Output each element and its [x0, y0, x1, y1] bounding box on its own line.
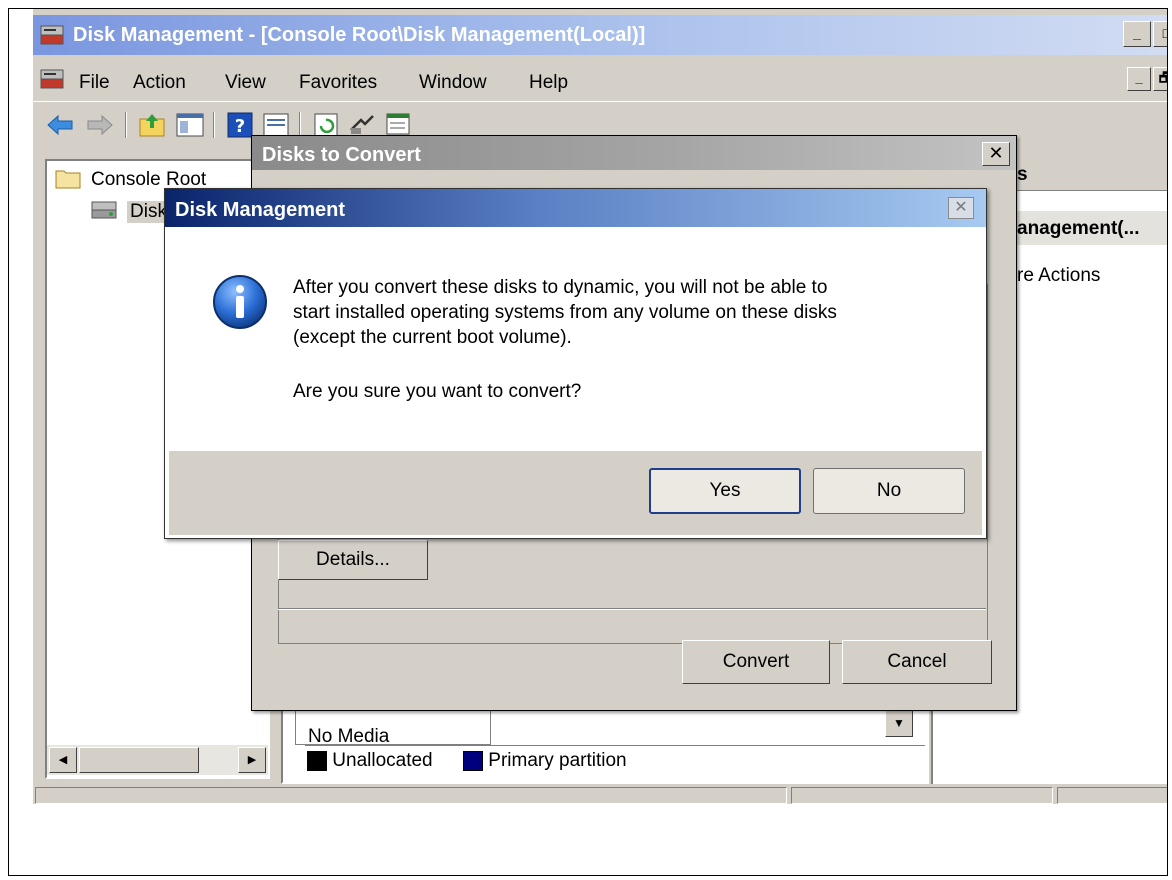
mdi-minimize-button[interactable]: _ — [1127, 67, 1151, 91]
minimize-button[interactable]: _ — [1123, 21, 1151, 47]
scroll-left-arrow-icon[interactable]: ◀ — [49, 747, 77, 773]
unallocated-swatch — [307, 750, 327, 771]
actions-header-label: s — [1017, 164, 1028, 185]
information-icon — [213, 275, 267, 329]
mdi-restore-button[interactable]: 🗗 — [1153, 67, 1167, 91]
system-menu-icon[interactable] — [39, 66, 65, 92]
status-pane-1 — [35, 787, 787, 804]
status-bar — [33, 784, 1167, 804]
confirm-question: Are you sure you want to convert? — [293, 381, 582, 402]
forward-arrow-icon[interactable] — [85, 110, 115, 140]
scroll-thumb[interactable] — [79, 747, 199, 773]
disk-legend: Unallocated Primary partition — [305, 745, 925, 775]
scroll-down-arrow-icon[interactable]: ▼ — [885, 709, 913, 737]
disk-management-message-box: Disk Management ✕ After you convert thes… — [164, 188, 987, 539]
menu-favorites[interactable]: Favorites — [299, 72, 377, 94]
menu-action[interactable]: Action — [133, 72, 186, 94]
main-title-bar[interactable]: Disk Management - [Console Root\Disk Man… — [33, 15, 1167, 55]
menu-file[interactable]: File — [79, 72, 110, 94]
cancel-button[interactable]: Cancel — [842, 640, 992, 684]
message-box-button-area: Yes No — [169, 451, 982, 535]
dialog-divider — [278, 608, 986, 610]
convert-button[interactable]: Convert — [682, 640, 830, 684]
status-pane-2 — [791, 787, 1053, 804]
up-folder-icon[interactable] — [137, 110, 167, 140]
disk-management-icon — [91, 201, 117, 219]
yes-button[interactable]: Yes — [649, 468, 801, 514]
no-media-cell: No Media — [295, 705, 491, 747]
more-actions-item[interactable]: re Actions — [1017, 265, 1100, 287]
disk-management-app-icon — [40, 25, 64, 45]
details-button[interactable]: Details... — [278, 540, 428, 580]
toolbar-separator — [125, 112, 127, 138]
main-window-title: Disk Management - [Console Root\Disk Man… — [73, 24, 646, 46]
no-button[interactable]: No — [813, 468, 965, 514]
maximize-button[interactable]: □ — [1153, 21, 1167, 47]
disks-to-convert-title-bar[interactable]: Disks to Convert ✕ — [252, 136, 1016, 170]
svg-text:?: ? — [235, 116, 245, 137]
actions-section-label: anagement(... — [1017, 218, 1140, 239]
message-box-title: Disk Management — [175, 199, 346, 221]
legend-primary-partition: Primary partition — [463, 750, 627, 772]
message-line-1: After you convert these disks to dynamic… — [293, 277, 828, 298]
show-hide-tree-icon[interactable] — [175, 110, 205, 140]
legend-unallocated-label: Unallocated — [332, 750, 433, 771]
message-box-title-bar[interactable]: Disk Management ✕ — [165, 189, 986, 227]
message-line-3: (except the current boot volume). — [293, 327, 572, 348]
disks-to-convert-close-button[interactable]: ✕ — [982, 142, 1010, 166]
menu-view[interactable]: View — [225, 72, 266, 94]
legend-primary-label: Primary partition — [488, 750, 627, 771]
menu-help[interactable]: Help — [529, 72, 568, 94]
folder-icon — [55, 170, 81, 189]
legend-unallocated: Unallocated — [307, 750, 433, 772]
tree-horizontal-scrollbar[interactable]: ◀ ▶ — [47, 745, 268, 775]
status-pane-3 — [1057, 787, 1167, 804]
screenshot-frame: Disk Management - [Console Root\Disk Man… — [8, 8, 1168, 876]
menu-bar: File Action View Favorites Window Help _… — [33, 59, 1167, 99]
toolbar-separator — [213, 112, 215, 138]
message-box-close-button[interactable]: ✕ — [948, 197, 974, 219]
message-line-2: start installed operating systems from a… — [293, 302, 837, 323]
back-arrow-icon[interactable] — [45, 110, 75, 140]
scroll-right-arrow-icon[interactable]: ▶ — [238, 747, 266, 773]
disks-to-convert-title: Disks to Convert — [262, 144, 421, 166]
primary-partition-swatch — [463, 750, 483, 771]
menu-window[interactable]: Window — [419, 72, 487, 94]
